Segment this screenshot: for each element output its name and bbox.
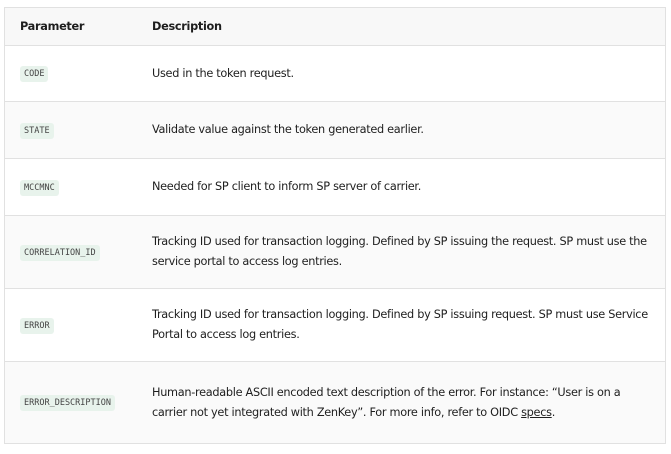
param-code: CODE bbox=[20, 66, 49, 82]
header-description: Description bbox=[152, 7, 666, 46]
param-error: ERROR bbox=[20, 317, 54, 334]
table-row: CODE Used in the token request. bbox=[4, 45, 666, 102]
param-mccmnc: MCCMNC bbox=[20, 179, 59, 196]
header-parameter: Parameter bbox=[4, 7, 152, 46]
table-row: STATE Validate value against the token ge… bbox=[4, 101, 666, 159]
param-correlation-id: CORRELATION_ID bbox=[20, 244, 100, 261]
description: Needed for SP client to inform SP server… bbox=[152, 158, 666, 216]
description: Validate value against the token generat… bbox=[152, 101, 666, 159]
description: Tracking ID used for transaction logging… bbox=[152, 215, 666, 289]
table-header: Parameter Description bbox=[4, 7, 666, 46]
table-row: MCCMNC Needed for SP client to inform SP … bbox=[4, 158, 666, 216]
param-state: STATE bbox=[20, 122, 54, 139]
specs-link[interactable]: specs bbox=[521, 406, 552, 419]
description: Used in the token request. bbox=[152, 45, 666, 102]
description-end: . bbox=[551, 405, 556, 419]
parameters-table: Parameter Description CODE Used in the to… bbox=[4, 7, 666, 444]
table-row: CORRELATION_ID Tracking ID used for trans… bbox=[4, 215, 666, 289]
description: Human-readable ASCII encoded text descri… bbox=[152, 361, 666, 444]
param-error-description: ERROR_DESCRIPTION bbox=[20, 395, 115, 411]
description: Tracking ID used for transaction logging… bbox=[152, 288, 666, 362]
table-row: ERROR_DESCRIPTION Human-readable ASCII en… bbox=[4, 361, 666, 444]
table-row: ERROR Tracking ID used for transaction lo… bbox=[4, 288, 666, 362]
